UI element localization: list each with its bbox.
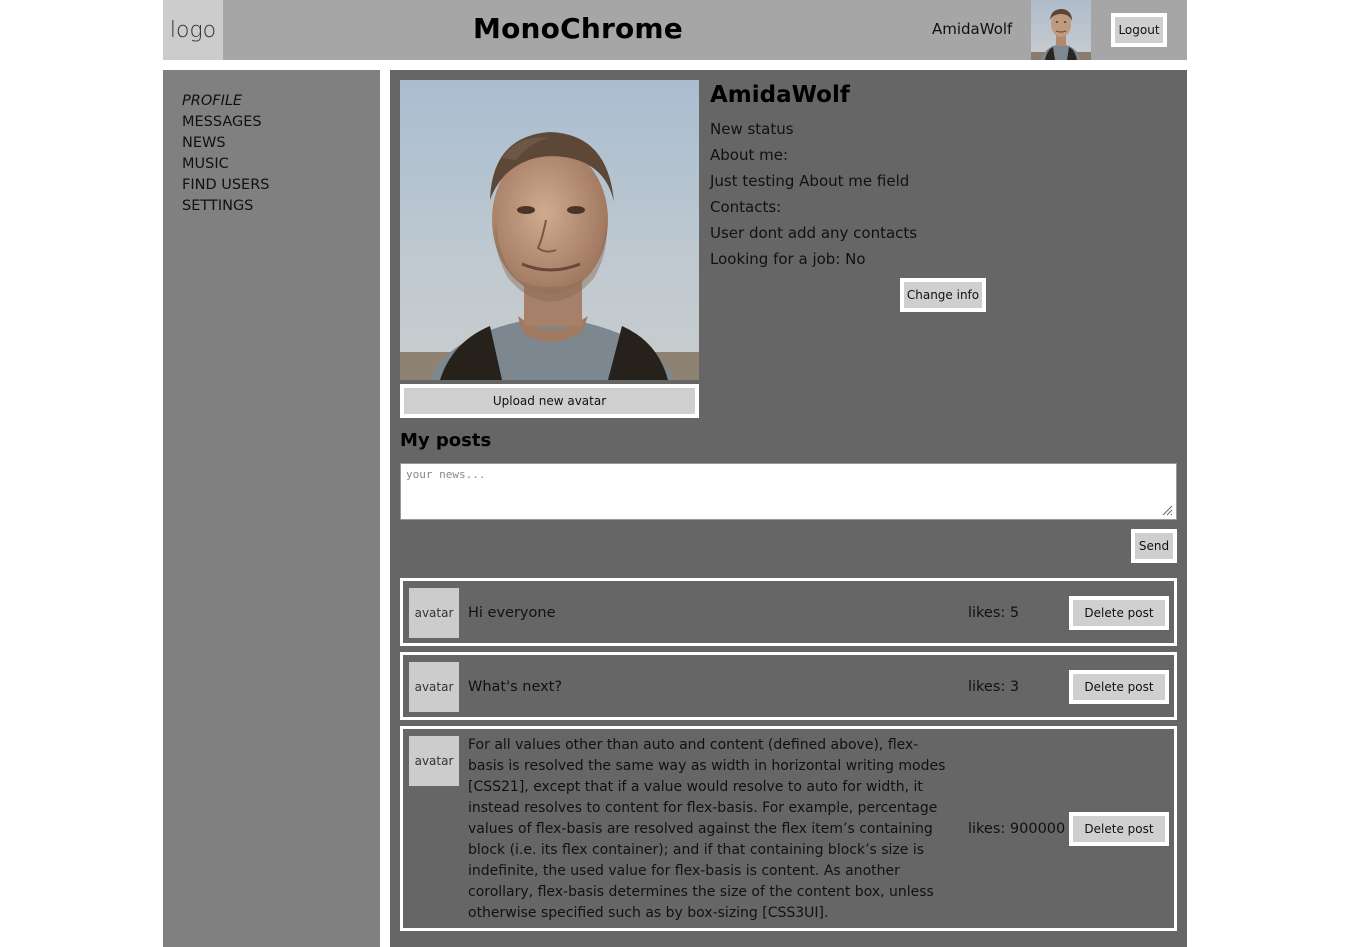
sidebar-item-settings[interactable]: SETTINGS <box>182 196 270 217</box>
post-text: What's next? <box>468 679 563 695</box>
avatar-photo-icon <box>1031 0 1091 60</box>
profile-name: AmidaWolf <box>710 82 850 108</box>
looking-for-job: Looking for a job: No <box>710 250 866 268</box>
sidebar-item-news[interactable]: NEWS <box>182 133 270 154</box>
post-likes: likes: 3 <box>968 679 1020 695</box>
delete-post-button[interactable]: Delete post <box>1073 816 1165 842</box>
post-avatar: avatar <box>409 736 459 786</box>
post-likes: likes: 5 <box>968 605 1020 621</box>
post-avatar: avatar <box>409 588 459 638</box>
header-bar: logo MonoChrome AmidaWolf Logout <box>163 0 1187 60</box>
contacts-label: Contacts: <box>710 198 782 216</box>
delete-post-button[interactable]: Delete post <box>1073 674 1165 700</box>
delete-post-button-frame: Delete post <box>1069 812 1169 846</box>
app-title: MonoChrome <box>473 12 683 45</box>
upload-avatar-button-frame: Upload new avatar <box>400 384 699 418</box>
upload-avatar-button[interactable]: Upload new avatar <box>404 388 695 414</box>
about-me-label: About me: <box>710 146 789 164</box>
news-input[interactable] <box>400 463 1177 520</box>
post-text: For all values other than auto and conte… <box>468 737 946 921</box>
delete-post-button[interactable]: Delete post <box>1073 600 1165 626</box>
profile-avatar <box>400 80 699 380</box>
header-avatar[interactable] <box>1031 0 1091 60</box>
profile-status[interactable]: New status <box>710 116 917 142</box>
post-avatar: avatar <box>409 662 459 712</box>
send-button[interactable]: Send <box>1135 533 1173 559</box>
sidebar-item-profile[interactable]: PROFILE <box>182 91 270 112</box>
sidebar-item-music[interactable]: MUSIC <box>182 154 270 175</box>
profile-info: AmidaWolf New status About me: Just test… <box>710 82 917 272</box>
logout-button-frame: Logout <box>1111 13 1167 47</box>
change-info-button[interactable]: Change info <box>904 282 982 308</box>
post-item: avatar What's next? likes: 3 Delete post <box>400 652 1177 720</box>
main-content: Upload new avatar AmidaWolf New status A… <box>390 70 1187 947</box>
send-button-frame: Send <box>1131 529 1177 563</box>
my-posts-title: My posts <box>400 430 492 451</box>
delete-post-button-frame: Delete post <box>1069 670 1169 704</box>
post-item: avatar For all values other than auto an… <box>400 726 1177 931</box>
change-info-button-frame: Change info <box>900 278 986 312</box>
sidebar: PROFILE MESSAGES NEWS MUSIC FIND USERS S… <box>163 70 380 947</box>
post-likes: likes: 900000 <box>968 821 1066 837</box>
post-text: Hi everyone <box>468 605 556 621</box>
post-item: avatar Hi everyone likes: 5 Delete post <box>400 578 1177 646</box>
about-me-text: Just testing About me field <box>710 172 910 190</box>
logo[interactable]: logo <box>163 0 223 60</box>
delete-post-button-frame: Delete post <box>1069 596 1169 630</box>
contacts-text: User dont add any contacts <box>710 224 918 242</box>
sidebar-item-find-users[interactable]: FIND USERS <box>182 175 270 196</box>
header-username[interactable]: AmidaWolf <box>932 20 1012 38</box>
profile-photo-icon <box>400 80 699 380</box>
sidebar-nav: PROFILE MESSAGES NEWS MUSIC FIND USERS S… <box>182 91 270 217</box>
sidebar-item-messages[interactable]: MESSAGES <box>182 112 270 133</box>
logout-button[interactable]: Logout <box>1115 17 1163 43</box>
